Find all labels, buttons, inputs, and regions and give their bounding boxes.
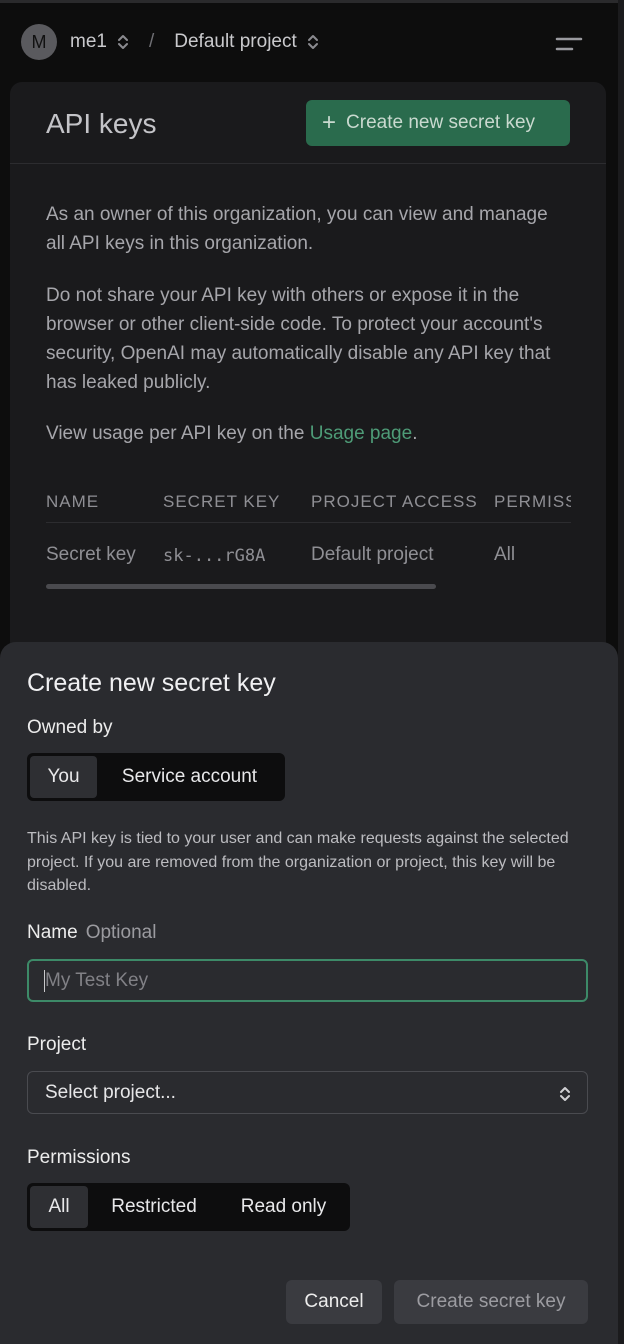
optional-hint: Optional	[85, 922, 157, 943]
project-switcher[interactable]: Default project	[174, 31, 297, 53]
create-new-secret-key-button[interactable]: + Create new secret key	[306, 100, 570, 146]
column-header-name: NAME	[46, 492, 100, 511]
cell-permissions: All	[494, 544, 516, 565]
owned-by-service-account-option[interactable]: Service account	[97, 756, 282, 798]
security-warning-text: Do not share your API key with others or…	[46, 285, 551, 393]
usage-suffix: .	[412, 423, 418, 444]
column-header-project-access: PROJECT ACCESS	[311, 492, 478, 511]
owned-by-label: Owned by	[27, 717, 113, 738]
card-header: API keys + Create new secret key	[10, 82, 606, 164]
window-right-border	[618, 0, 624, 1344]
top-nav: M me1 / Default project	[0, 3, 618, 81]
cell-project-access: Default project	[311, 544, 434, 565]
breadcrumb-separator: /	[148, 31, 155, 52]
permissions-restricted-option[interactable]: Restricted	[88, 1186, 220, 1228]
cell-secret-key: sk-...rG8A	[163, 546, 266, 566]
permissions-read-only-option[interactable]: Read only	[220, 1186, 347, 1228]
api-keys-card: API keys + Create new secret key As an o…	[10, 82, 606, 702]
owner-intro-text: As an owner of this organization, you ca…	[46, 204, 548, 254]
column-header-secret-key: SECRET KEY	[163, 492, 281, 511]
name-label: Name Optional	[27, 922, 156, 944]
owned-by-toggle: You Service account	[27, 753, 285, 801]
plus-icon: +	[322, 109, 337, 136]
project-select-value: Select project...	[45, 1081, 176, 1103]
key-name-input[interactable]	[27, 959, 588, 1002]
page-title: API keys	[46, 108, 157, 139]
name-label-text: Name	[27, 922, 78, 943]
owned-by-you-option[interactable]: You	[30, 756, 97, 798]
modal-title: Create new secret key	[27, 669, 276, 697]
usage-prefix: View usage per API key on the	[46, 423, 310, 444]
permissions-label: Permissions	[27, 1147, 131, 1168]
org-switcher[interactable]: me1	[70, 31, 107, 53]
menu-icon[interactable]	[554, 33, 584, 55]
permissions-all-option[interactable]: All	[30, 1186, 88, 1228]
table-row[interactable]: Secret key sk-...rG8A Default project Al…	[46, 544, 571, 574]
project-select[interactable]: Select project...	[27, 1071, 588, 1114]
chevron-up-down-icon[interactable]	[117, 33, 129, 51]
usage-text: View usage per API key on the Usage page…	[46, 419, 566, 448]
text-caret	[44, 970, 45, 992]
owner-help-text: This API key is tied to your user and ca…	[27, 830, 569, 894]
chevron-up-down-icon[interactable]	[307, 33, 319, 51]
project-label: Project	[27, 1034, 87, 1055]
create-secret-key-button[interactable]: Create secret key	[394, 1280, 588, 1324]
table-divider	[46, 522, 571, 523]
cell-name: Secret key	[46, 544, 136, 565]
usage-page-link[interactable]: Usage page	[310, 423, 412, 444]
chevron-up-down-icon	[559, 1085, 571, 1103]
create-button-label: Create new secret key	[346, 112, 536, 133]
column-header-permissions: PERMISSIONS	[494, 492, 571, 511]
cancel-button[interactable]: Cancel	[286, 1280, 382, 1324]
table-header: NAME SECRET KEY PROJECT ACCESS PERMISSIO…	[46, 492, 571, 522]
permissions-toggle: All Restricted Read only	[27, 1183, 350, 1231]
table-horizontal-scrollbar[interactable]	[46, 584, 436, 589]
create-secret-key-modal: Create new secret key Owned by You Servi…	[0, 642, 618, 1344]
avatar[interactable]: M	[21, 24, 57, 60]
